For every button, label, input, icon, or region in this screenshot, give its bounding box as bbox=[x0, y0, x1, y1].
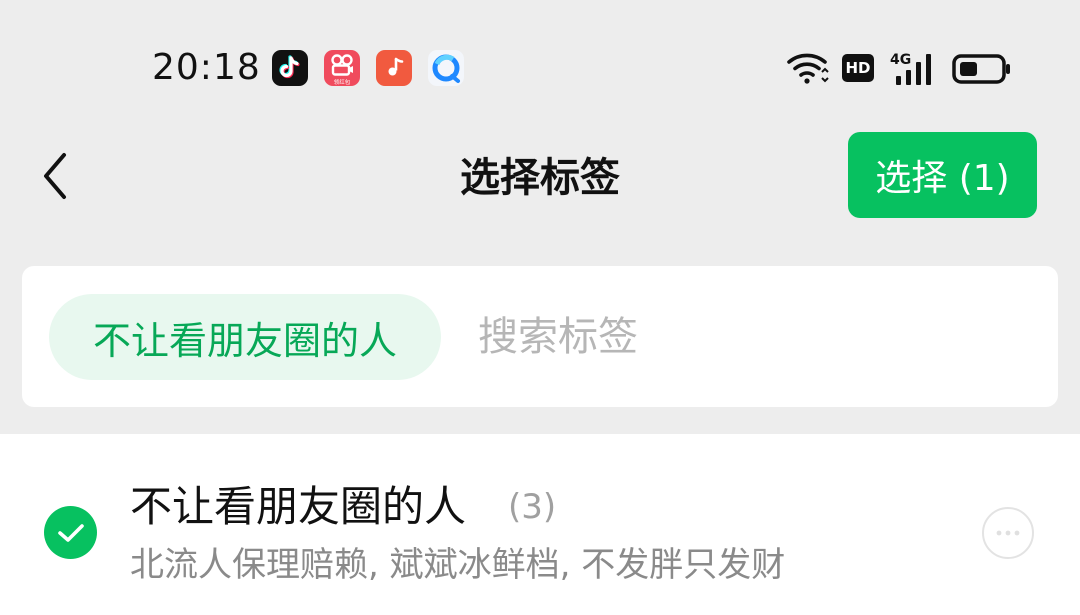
tag-name: 不让看朋友圈的人 bbox=[130, 482, 467, 531]
battery-icon bbox=[952, 54, 1010, 84]
select-confirm-button[interactable]: 选择 (1) bbox=[848, 132, 1037, 218]
signal-icon: 4G bbox=[890, 52, 931, 85]
kuaishou-caption: 领红包 bbox=[334, 78, 351, 86]
wifi-icon bbox=[787, 53, 829, 84]
more-icon[interactable] bbox=[982, 507, 1034, 559]
checked-icon[interactable] bbox=[44, 506, 97, 559]
status-bar: 20:18 领红包 HD 4G bbox=[0, 0, 1080, 130]
back-button[interactable] bbox=[30, 148, 80, 204]
network-label: 4G bbox=[890, 52, 911, 68]
selected-tag-chip[interactable]: 不让看朋友圈的人 bbox=[49, 294, 441, 380]
status-time: 20:18 bbox=[152, 47, 261, 88]
search-input[interactable] bbox=[478, 294, 1038, 380]
tag-count: (3) bbox=[508, 487, 557, 527]
tag-members: 北流人保理赔赖, 斌斌冰鲜档, 不发胖只发财 bbox=[130, 545, 786, 585]
tiktok-icon bbox=[272, 50, 308, 86]
kuaishou-icon: 领红包 bbox=[324, 50, 360, 86]
hd-icon: HD bbox=[842, 54, 874, 82]
chevron-left-icon bbox=[44, 153, 66, 199]
tag-search-box: 不让看朋友圈的人 bbox=[22, 266, 1058, 407]
browser-icon bbox=[428, 50, 464, 86]
music-icon bbox=[376, 50, 412, 86]
